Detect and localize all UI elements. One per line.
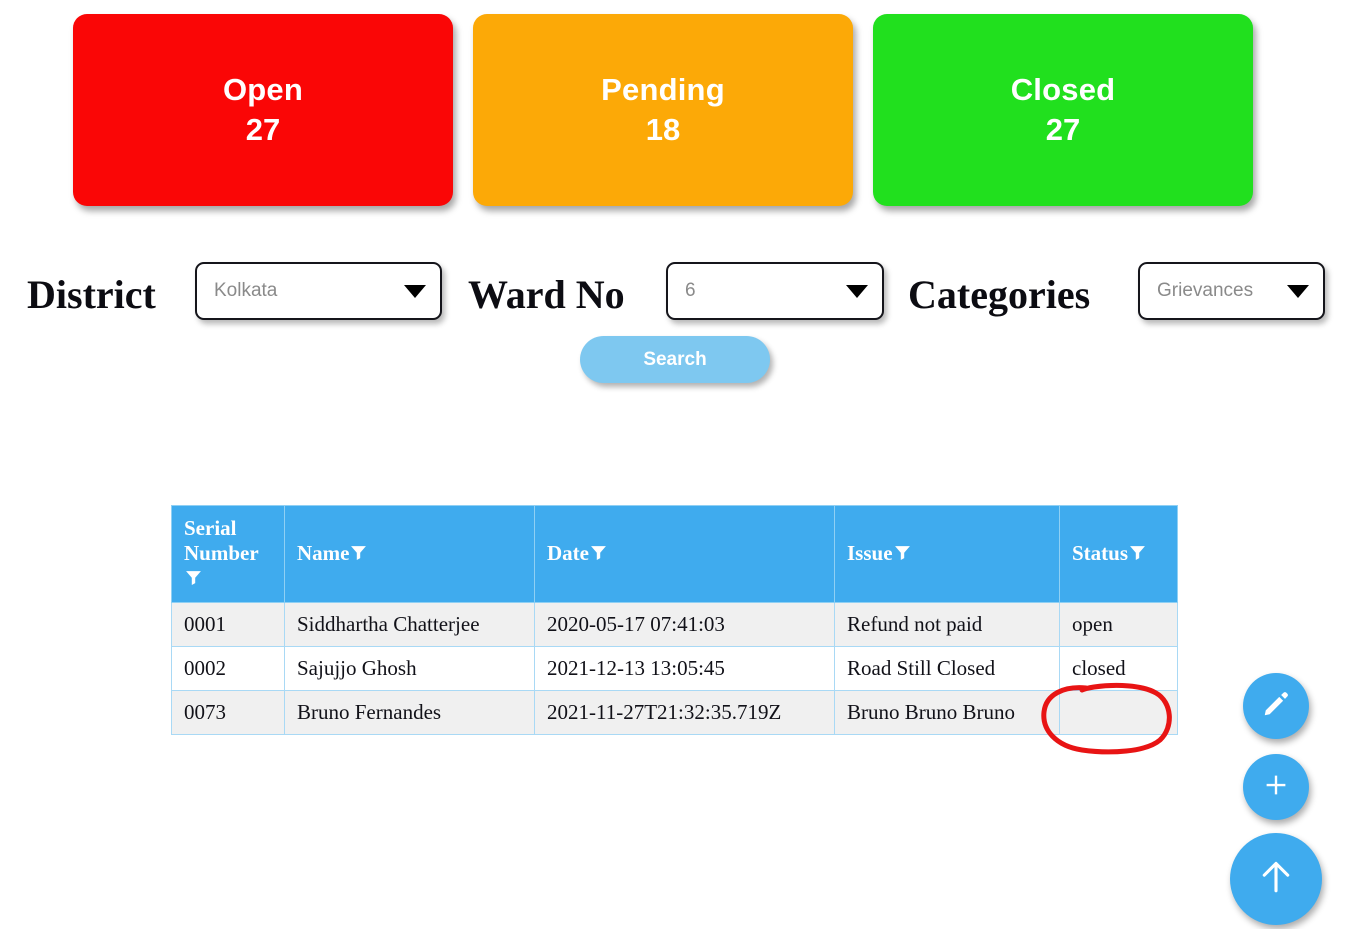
column-header-serial-number[interactable]: Serial Number [171, 505, 285, 603]
cell-status: open [1059, 602, 1178, 647]
table-row[interactable]: 0001 Siddhartha Chatterjee 2020-05-17 07… [171, 602, 1178, 647]
district-label: District [27, 272, 156, 317]
status-card-closed-value: 27 [1045, 112, 1081, 147]
edit-fab-button[interactable] [1243, 673, 1309, 739]
chevron-down-icon [846, 284, 868, 298]
column-header-serial-number-label: Serial Number [184, 516, 259, 565]
column-header-status[interactable]: Status [1059, 505, 1178, 603]
cell-issue: Road Still Closed [834, 646, 1060, 691]
status-card-open[interactable]: Open 27 [73, 14, 453, 206]
filter-icon[interactable] [350, 542, 367, 567]
cell-status-empty [1059, 690, 1178, 735]
filter-bar: District Kolkata Ward No 6 Categories Gr… [0, 262, 1352, 328]
categories-select[interactable]: Grievances [1138, 262, 1325, 320]
chevron-down-icon [1287, 284, 1309, 298]
cell-serial-number: 0002 [171, 646, 285, 691]
cell-name: Siddhartha Chatterjee [284, 602, 535, 647]
ward-select[interactable]: 6 [666, 262, 884, 320]
column-header-date-label: Date [547, 541, 589, 565]
filter-icon[interactable] [894, 542, 911, 567]
cell-serial-number: 0001 [171, 602, 285, 647]
status-card-pending[interactable]: Pending 18 [473, 14, 853, 206]
cell-status: closed [1059, 646, 1178, 691]
district-select[interactable]: Kolkata [195, 262, 442, 320]
status-card-open-value: 27 [245, 112, 281, 147]
ward-select-value: 6 [685, 280, 696, 301]
cell-date: 2021-11-27T21:32:35.719Z [534, 690, 835, 735]
arrow-up-icon [1254, 855, 1298, 904]
column-header-name-label: Name [297, 541, 350, 565]
cell-date: 2020-05-17 07:41:03 [534, 602, 835, 647]
add-fab-button[interactable] [1243, 754, 1309, 820]
chevron-down-icon [404, 284, 426, 298]
cell-name: Bruno Fernandes [284, 690, 535, 735]
column-header-status-label: Status [1072, 541, 1129, 565]
cell-name: Sajujjo Ghosh [284, 646, 535, 691]
column-header-name[interactable]: Name [284, 505, 535, 603]
plus-icon [1261, 770, 1291, 805]
search-button[interactable]: Search [580, 336, 770, 383]
filter-icon[interactable] [1129, 542, 1146, 567]
ward-label: Ward No [468, 272, 625, 317]
column-header-issue-label: Issue [847, 541, 893, 565]
cell-serial-number: 0073 [171, 690, 285, 735]
filter-icon[interactable] [590, 542, 607, 567]
grievances-table: Serial Number Name Date Issue Status 000… [171, 505, 1178, 735]
status-card-open-label: Open [222, 72, 304, 108]
district-select-value: Kolkata [214, 280, 278, 301]
status-card-pending-label: Pending [601, 72, 725, 108]
pencil-icon [1261, 689, 1291, 724]
column-header-issue[interactable]: Issue [834, 505, 1060, 603]
table-header-row: Serial Number Name Date Issue Status [171, 505, 1178, 603]
cell-issue: Bruno Bruno Bruno [834, 690, 1060, 735]
status-card-closed-label: Closed [1010, 72, 1116, 108]
table-row[interactable]: 0073 Bruno Fernandes 2021-11-27T21:32:35… [171, 690, 1178, 735]
cell-date: 2021-12-13 13:05:45 [534, 646, 835, 691]
categories-select-value: Grievances [1157, 280, 1254, 301]
table-row[interactable]: 0002 Sajujjo Ghosh 2021-12-13 13:05:45 R… [171, 646, 1178, 691]
filter-icon[interactable] [185, 567, 202, 592]
categories-label: Categories [908, 272, 1091, 317]
status-card-closed[interactable]: Closed 27 [873, 14, 1253, 206]
cell-issue: Refund not paid [834, 602, 1060, 647]
status-summary-cards: Open 27 Pending 18 Closed 27 [73, 14, 1253, 206]
column-header-date[interactable]: Date [534, 505, 835, 603]
status-card-pending-value: 18 [645, 112, 681, 147]
scroll-to-top-fab-button[interactable] [1230, 833, 1322, 925]
